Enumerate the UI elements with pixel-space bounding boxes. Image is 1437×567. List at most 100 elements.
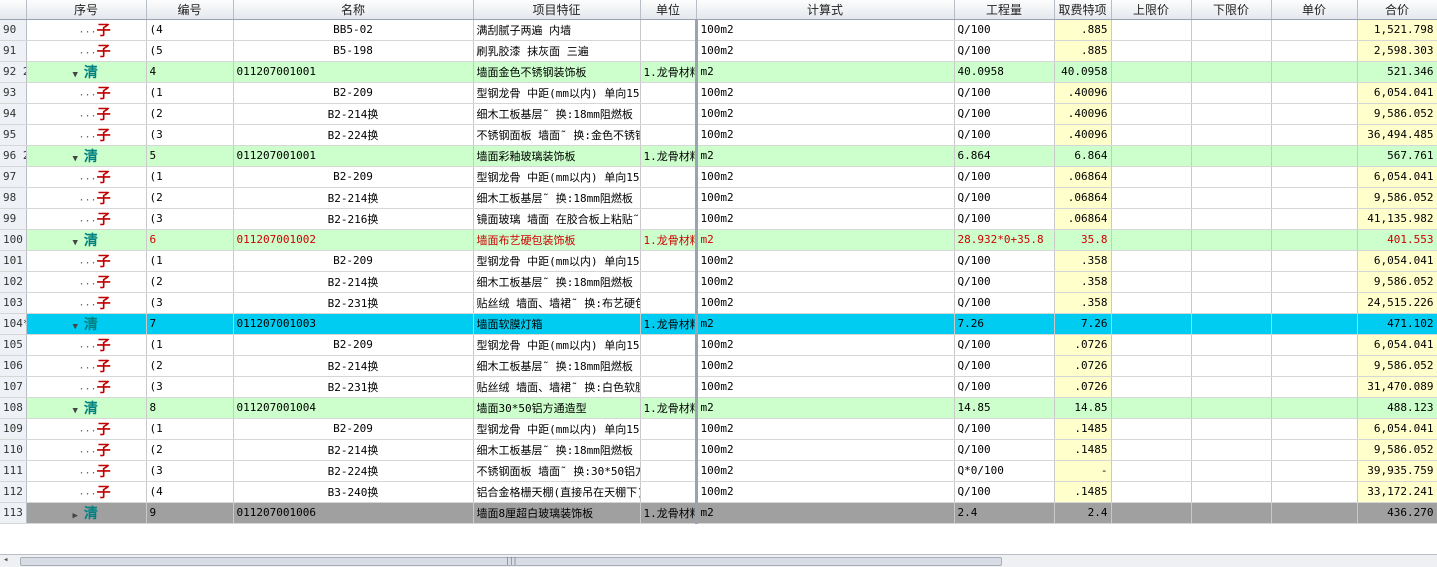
seq-number[interactable]: 6	[146, 229, 234, 251]
row-number[interactable]: 106	[0, 355, 27, 377]
fee-item-cell[interactable]	[1111, 271, 1192, 293]
row-number[interactable]: 111	[0, 460, 27, 482]
seq-cell[interactable]: ···子	[26, 82, 147, 104]
name-cell[interactable]: 墙面金色不锈钢装饰板	[473, 61, 641, 83]
feature-cell[interactable]	[640, 355, 698, 377]
seq-cell[interactable]: ···子	[26, 250, 147, 272]
seq-cell[interactable]: ···子	[26, 418, 147, 440]
seq-number[interactable]: (1	[146, 82, 234, 104]
row-number[interactable]: 98	[0, 187, 27, 209]
formula-cell[interactable]: Q/100	[954, 250, 1055, 272]
chevron-down-icon[interactable]: ▼	[73, 70, 78, 80]
name-cell[interactable]: 型钢龙骨 中距(mm以内) 单向1500	[473, 334, 641, 356]
feature-cell[interactable]	[640, 103, 698, 125]
seq-number[interactable]: (2	[146, 355, 234, 377]
quantity-cell[interactable]: .885	[1054, 19, 1112, 41]
unit-cell[interactable]: 100m2	[696, 208, 955, 230]
upper-price-cell[interactable]	[1191, 397, 1272, 419]
upper-price-cell[interactable]	[1191, 61, 1272, 83]
feature-cell[interactable]: 1.龙骨材料种类、规格、中	[640, 313, 698, 335]
unit-cell[interactable]: m2	[696, 61, 955, 83]
unit-price-cell[interactable]: 6,054.041	[1357, 166, 1437, 188]
unit-price-cell[interactable]: 6,054.041	[1357, 82, 1437, 104]
header-upper-price[interactable]: 上限价	[1111, 0, 1192, 20]
unit-cell[interactable]: 100m2	[696, 439, 955, 461]
header-unit[interactable]: 单位	[640, 0, 697, 20]
table-row[interactable]: 112···子(4B3-240换铝合金格栅天棚(直接吊在天棚下) 方块型铝100…	[0, 481, 1437, 503]
table-row[interactable]: 96 28▼清5011207001001墙面彩釉玻璃装饰板1.龙骨材料种类、规格…	[0, 145, 1437, 167]
row-number[interactable]: 97	[0, 166, 27, 188]
unit-cell[interactable]: 100m2	[696, 292, 955, 314]
upper-price-cell[interactable]	[1191, 166, 1272, 188]
seq-number[interactable]: (2	[146, 187, 234, 209]
seq-cell[interactable]: ···子	[26, 271, 147, 293]
feature-cell[interactable]	[640, 418, 698, 440]
unit-cell[interactable]: m2	[696, 502, 955, 524]
seq-number[interactable]: (3	[146, 376, 234, 398]
table-row[interactable]: 92 27▼清4011207001001墙面金色不锈钢装饰板1.龙骨材料种类、规…	[0, 61, 1437, 83]
code-cell[interactable]: B2-214换	[233, 187, 474, 209]
table-row[interactable]: 98 ···子 (2 B2-214换 细木工板基层˜ 换:18mm阻燃板 100m2 Q/1…	[0, 187, 1437, 209]
upper-price-cell[interactable]	[1191, 124, 1272, 146]
unit-price-cell[interactable]: 9,586.052	[1357, 187, 1437, 209]
formula-cell[interactable]: 40.0958	[954, 61, 1055, 83]
unit-cell[interactable]: 100m2	[696, 355, 955, 377]
upper-price-cell[interactable]	[1191, 271, 1272, 293]
name-cell[interactable]: 贴丝绒 墙面、墙裙˜ 换:白色软膜	[473, 376, 641, 398]
feature-cell[interactable]	[640, 481, 698, 503]
code-cell[interactable]: B2-209	[233, 250, 474, 272]
header-unit-price[interactable]: 单价	[1271, 0, 1358, 20]
row-number[interactable]: 107	[0, 376, 27, 398]
unit-price-cell[interactable]: 31,470.089	[1357, 376, 1437, 398]
formula-cell[interactable]: 28.932*0+35.8	[954, 229, 1055, 251]
lower-price-cell[interactable]	[1271, 502, 1358, 524]
row-number[interactable]: 101	[0, 250, 27, 272]
quantity-cell[interactable]: .06864	[1054, 166, 1112, 188]
header-formula[interactable]: 计算式	[696, 0, 955, 20]
unit-price-cell[interactable]: 471.102	[1357, 313, 1437, 335]
name-cell[interactable]: 不锈钢面板 墙面˜ 换:30*50铝方通造型	[473, 460, 641, 482]
seq-number[interactable]: (4	[146, 481, 234, 503]
seq-number[interactable]: (2	[146, 103, 234, 125]
fee-item-cell[interactable]	[1111, 187, 1192, 209]
name-cell[interactable]: 墙面彩釉玻璃装饰板	[473, 145, 641, 167]
upper-price-cell[interactable]	[1191, 376, 1272, 398]
formula-cell[interactable]: Q/100	[954, 355, 1055, 377]
seq-number[interactable]: 9	[146, 502, 234, 524]
unit-cell[interactable]: m2	[696, 145, 955, 167]
seq-number[interactable]: (5	[146, 40, 234, 62]
feature-cell[interactable]: 1.龙骨材料种类、规格、中	[640, 145, 698, 167]
lower-price-cell[interactable]	[1271, 250, 1358, 272]
code-cell[interactable]: 011207001003	[233, 313, 474, 335]
formula-cell[interactable]: 7.26	[954, 313, 1055, 335]
fee-item-cell[interactable]	[1111, 292, 1192, 314]
formula-cell[interactable]: Q/100	[954, 166, 1055, 188]
chevron-down-icon[interactable]: ▼	[73, 154, 78, 164]
upper-price-cell[interactable]	[1191, 292, 1272, 314]
unit-cell[interactable]: 100m2	[696, 481, 955, 503]
lower-price-cell[interactable]	[1271, 355, 1358, 377]
unit-price-cell[interactable]: 1,521.798	[1357, 19, 1437, 41]
table-row[interactable]: 109 ···子 (1 B2-209 型钢龙骨 中距(mm以内) 单向1500 100m2…	[0, 418, 1437, 440]
feature-cell[interactable]	[640, 460, 698, 482]
lower-price-cell[interactable]	[1271, 19, 1358, 41]
name-cell[interactable]: 细木工板基层˜ 换:18mm阻燃板	[473, 355, 641, 377]
lower-price-cell[interactable]	[1271, 460, 1358, 482]
seq-cell[interactable]: ···子	[26, 124, 147, 146]
seq-cell[interactable]: ···子	[26, 292, 147, 314]
quantity-cell[interactable]: .358	[1054, 292, 1112, 314]
row-number[interactable]: 110	[0, 439, 27, 461]
row-number[interactable]: 94	[0, 103, 27, 125]
header-code[interactable]: 编号	[146, 0, 234, 20]
row-number[interactable]: 102	[0, 271, 27, 293]
formula-cell[interactable]: 6.864	[954, 145, 1055, 167]
name-cell[interactable]: 铝合金格栅天棚(直接吊在天棚下) 方块型铝	[473, 481, 641, 503]
quantity-cell[interactable]: .0726	[1054, 334, 1112, 356]
fee-item-cell[interactable]	[1111, 61, 1192, 83]
upper-price-cell[interactable]	[1191, 355, 1272, 377]
code-cell[interactable]: B2-209	[233, 418, 474, 440]
row-number[interactable]: 99	[0, 208, 27, 230]
lower-price-cell[interactable]	[1271, 439, 1358, 461]
header-lower-price[interactable]: 下限价	[1191, 0, 1272, 20]
feature-cell[interactable]	[640, 208, 698, 230]
